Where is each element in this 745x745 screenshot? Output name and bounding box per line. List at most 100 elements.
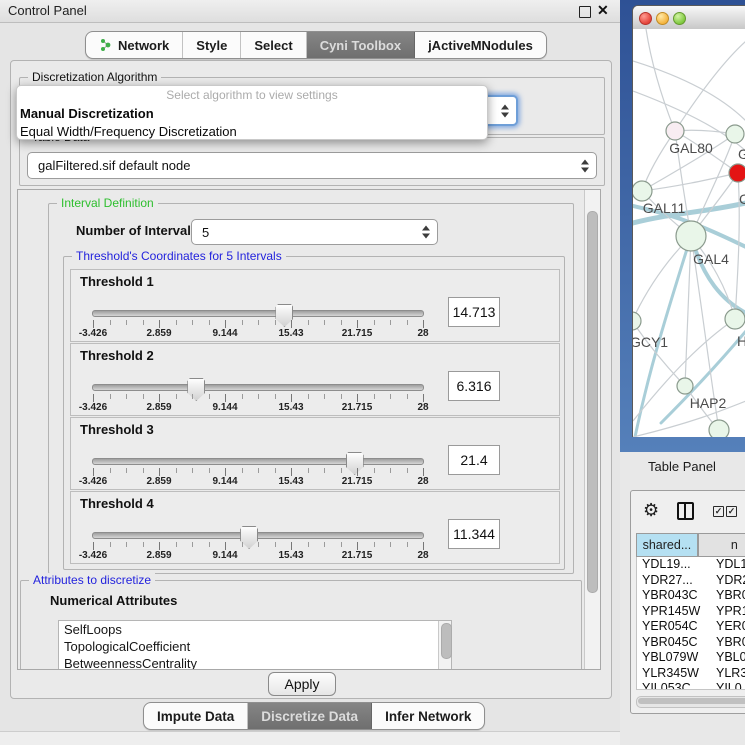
- table-row[interactable]: YER054CYER0: [637, 619, 745, 635]
- attribute-list-item[interactable]: SelfLoops: [59, 621, 451, 638]
- threshold-slider[interactable]: [92, 384, 424, 391]
- close-traffic-light-icon[interactable]: [639, 12, 652, 25]
- tab-network[interactable]: Network: [86, 32, 183, 58]
- network-node[interactable]: [676, 221, 706, 251]
- attribute-list-item[interactable]: TopologicalCoefficient: [59, 638, 451, 655]
- table-row[interactable]: YLR345WYLR3: [637, 666, 745, 682]
- tab-cyni-toolbox[interactable]: Cyni Toolbox: [307, 32, 415, 58]
- tick-label: 28: [417, 402, 428, 413]
- minimize-traffic-light-icon[interactable]: [656, 12, 669, 25]
- table-panel-header: Table Panel: [620, 452, 745, 481]
- attribute-list-item[interactable]: BetweennessCentrality: [59, 655, 451, 670]
- tick-label: 9.144: [212, 476, 237, 487]
- node-label: GAL11: [643, 200, 686, 216]
- tab-label: Style: [196, 38, 227, 53]
- tab-select[interactable]: Select: [241, 32, 306, 58]
- tab-infer-network[interactable]: Infer Network: [372, 703, 484, 729]
- tick-label: -3.426: [79, 328, 107, 339]
- top-tab-bar: Network Style Select Cyni Toolbox jActiv…: [85, 31, 547, 59]
- tick-label: 15.43: [278, 476, 303, 487]
- tick-label: 15.43: [278, 328, 303, 339]
- table-row[interactable]: YBL079WYBL0: [637, 650, 745, 666]
- threshold-value-field[interactable]: 6.316: [448, 371, 500, 401]
- table-hscrollbar[interactable]: [636, 696, 745, 708]
- numerical-attributes-list[interactable]: SelfLoopsTopologicalCoefficientBetweenne…: [58, 620, 452, 670]
- threshold-label: Threshold 2: [80, 348, 154, 363]
- table-data-value: galFiltered.sif default node: [28, 158, 596, 173]
- algorithm-dropdown-popup: Select algorithm to view settings Manual…: [16, 85, 488, 140]
- number-of-intervals-combobox[interactable]: 5: [191, 219, 438, 245]
- dropdown-option-equal-width[interactable]: Equal Width/Frequency Discretization: [17, 123, 487, 141]
- tick-label: 9.144: [212, 550, 237, 561]
- close-icon[interactable]: ✕: [597, 2, 609, 19]
- tick-label: 28: [417, 328, 428, 339]
- network-node[interactable]: [633, 181, 652, 201]
- network-canvas[interactable]: GAL80GCGAL11GAL4GCY1HHAP2: [633, 29, 745, 437]
- tick-label: 2.859: [146, 550, 171, 561]
- tab-impute-data[interactable]: Impute Data: [144, 703, 248, 729]
- tick-label: 28: [417, 550, 428, 561]
- network-node[interactable]: [633, 312, 641, 330]
- group-title: Threshold's Coordinates for 5 Intervals: [72, 249, 286, 263]
- table-row[interactable]: YBR045CYBR0: [637, 635, 745, 651]
- float-window-icon[interactable]: [579, 6, 591, 18]
- tab-discretize-data[interactable]: Discretize Data: [248, 703, 372, 729]
- network-node[interactable]: [709, 420, 729, 437]
- table-data-combobox[interactable]: galFiltered.sif default node: [27, 152, 597, 179]
- tick-label: 21.715: [342, 550, 373, 561]
- tab-jactivemnodules[interactable]: jActiveMNodules: [415, 32, 546, 58]
- threshold-value-field[interactable]: 11.344: [448, 519, 500, 549]
- threshold-label: Threshold 4: [80, 496, 154, 511]
- tab-label: Select: [254, 38, 292, 53]
- threshold-panel-3: Threshold 3 -3.4262.8599.14415.4321.7152…: [70, 417, 560, 490]
- interval-definition-group: Interval Definition Number of Intervals …: [48, 203, 574, 574]
- threshold-label: Threshold 3: [80, 422, 154, 437]
- slider-tick-labels: -3.4262.8599.14415.4321.71528: [93, 402, 423, 414]
- network-icon: [99, 38, 113, 52]
- slider-tick-labels: -3.4262.8599.14415.4321.71528: [93, 476, 423, 488]
- table-toolbar: ⚙ ✓ ✓: [631, 491, 745, 533]
- network-node[interactable]: [726, 125, 744, 143]
- settings-scrollbar[interactable]: [584, 190, 600, 669]
- threshold-slider[interactable]: [92, 310, 424, 317]
- table-row[interactable]: YPR145WYPR1: [637, 604, 745, 620]
- network-node[interactable]: [729, 164, 745, 182]
- tick-label: 21.715: [342, 328, 373, 339]
- threshold-value-field[interactable]: 14.713: [448, 297, 500, 327]
- threshold-slider[interactable]: [92, 458, 424, 465]
- tab-style[interactable]: Style: [183, 32, 241, 58]
- table-row[interactable]: YBR043CYBR0: [637, 588, 745, 604]
- tick-label: 2.859: [146, 476, 171, 487]
- threshold-slider[interactable]: [92, 532, 424, 539]
- column-header-shared-name[interactable]: shared...: [636, 533, 698, 557]
- slider-tick-labels: -3.4262.8599.14415.4321.71528: [93, 550, 423, 562]
- slider-ticks: [93, 542, 423, 550]
- dropdown-option-manual[interactable]: Manual Discretization: [17, 105, 487, 123]
- table-row[interactable]: YIL053CYIL0: [637, 681, 745, 690]
- apply-button[interactable]: Apply: [268, 672, 336, 696]
- split-columns-icon[interactable]: [677, 502, 694, 520]
- settings-scrollpane: Interval Definition Number of Intervals …: [17, 189, 601, 670]
- column-header-name[interactable]: n: [698, 533, 745, 557]
- checkbox-icon[interactable]: ✓: [726, 506, 737, 517]
- zoom-traffic-light-icon[interactable]: [673, 12, 686, 25]
- network-node[interactable]: [725, 309, 745, 329]
- gear-icon[interactable]: ⚙: [643, 500, 659, 521]
- tick-label: 15.43: [278, 550, 303, 561]
- table-header-row: shared... n: [636, 533, 745, 557]
- thresholds-group: Threshold's Coordinates for 5 Intervals …: [63, 256, 565, 570]
- table-row[interactable]: YDL19...YDL1: [637, 557, 745, 573]
- list-scrollbar[interactable]: [441, 623, 452, 659]
- group-title: Interval Definition: [57, 196, 158, 210]
- checkbox-icon[interactable]: ✓: [713, 506, 724, 517]
- threshold-panel-2: Threshold 2 -3.4262.8599.14415.4321.7152…: [70, 343, 560, 416]
- network-node[interactable]: [677, 378, 693, 394]
- stepper-icon: [580, 159, 589, 172]
- network-window: GAL80GCGAL11GAL4GCY1HHAP2: [632, 5, 745, 437]
- node-label: GAL80: [669, 140, 713, 156]
- table-row[interactable]: YDR27...YDR2: [637, 573, 745, 589]
- threshold-label: Threshold 1: [80, 274, 154, 289]
- threshold-value-field[interactable]: 21.4: [448, 445, 500, 475]
- network-node[interactable]: [666, 122, 684, 140]
- stepper-icon: [500, 104, 509, 117]
